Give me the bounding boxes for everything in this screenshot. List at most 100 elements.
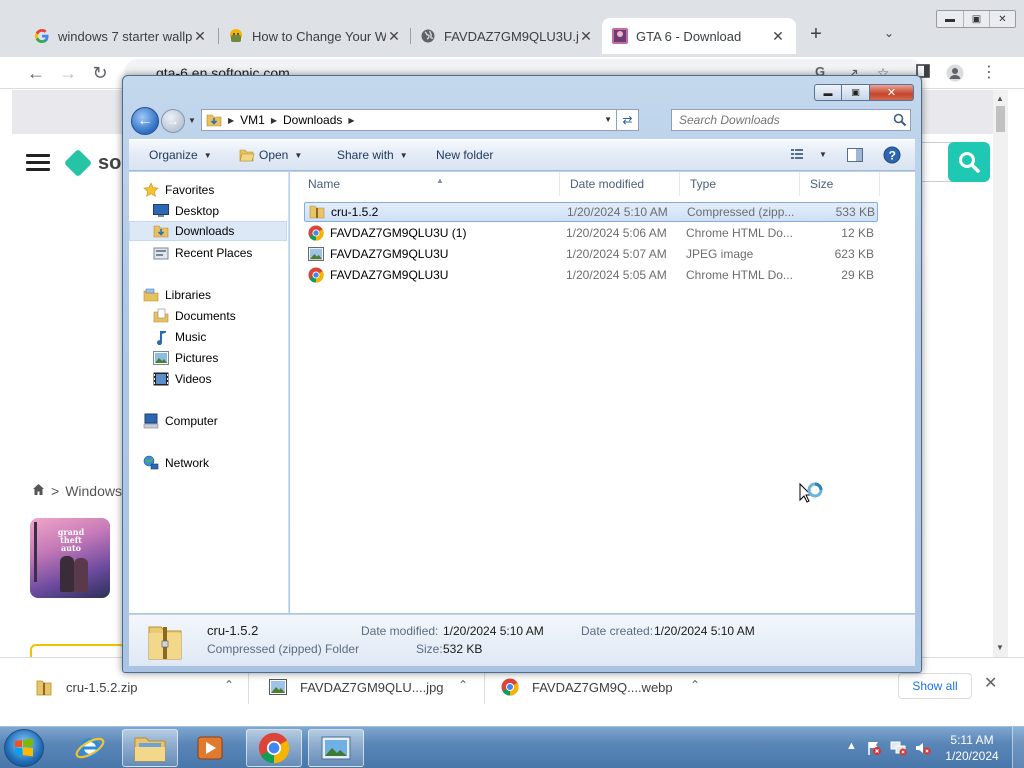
- action-center-flag-icon[interactable]: [866, 740, 882, 759]
- hamburger-menu-icon[interactable]: [26, 154, 50, 172]
- volume-muted-icon[interactable]: [914, 740, 932, 759]
- organize-label: Organize: [149, 148, 198, 162]
- search-icon: [959, 152, 980, 173]
- chrome-menu-icon[interactable]: ⋮: [980, 64, 998, 82]
- nav-documents[interactable]: Documents: [129, 306, 287, 326]
- network-status-icon[interactable]: [890, 740, 908, 759]
- open-label: Open: [259, 148, 289, 162]
- nav-recent-places[interactable]: Recent Places: [129, 243, 287, 263]
- tab-close-icon[interactable]: ✕: [192, 28, 208, 45]
- chevron-up-icon[interactable]: ⌃: [458, 678, 468, 692]
- column-header-name[interactable]: Name ▲: [298, 172, 560, 196]
- address-separator-icon[interactable]: ▶: [348, 116, 354, 125]
- explorer-forward-button[interactable]: →: [161, 109, 185, 133]
- help-button[interactable]: ?: [883, 146, 901, 164]
- reload-icon[interactable]: ↻: [88, 61, 112, 85]
- column-header-size[interactable]: Size: [800, 172, 880, 196]
- close-downloads-bar-icon[interactable]: ✕: [984, 676, 1000, 692]
- nav-libraries[interactable]: Libraries: [129, 285, 287, 305]
- close-button[interactable]: ✕: [989, 11, 1015, 27]
- tab-close-icon[interactable]: ✕: [578, 28, 594, 45]
- tab-jpg-file[interactable]: FAVDAZ7GM9QLU3U.jpg ✕: [410, 18, 604, 54]
- column-header-date-modified[interactable]: Date modified: [560, 172, 680, 196]
- star-icon: [143, 182, 159, 198]
- forward-arrow-icon[interactable]: →: [56, 61, 80, 85]
- start-button[interactable]: [4, 729, 44, 767]
- show-desktop-button[interactable]: [1012, 727, 1024, 768]
- taskbar-windows-explorer[interactable]: [122, 729, 178, 767]
- nav-desktop[interactable]: Desktop: [129, 201, 287, 221]
- taskbar-internet-explorer[interactable]: [62, 729, 118, 767]
- tab-windows-7-starter[interactable]: windows 7 starter wallpaper ✕: [24, 18, 218, 54]
- scrollbar-thumb[interactable]: [996, 106, 1005, 132]
- tab-close-icon[interactable]: ✕: [770, 28, 786, 45]
- recent-pages-dropdown-icon[interactable]: ▼: [188, 116, 196, 125]
- scroll-down-arrow-icon[interactable]: ▼: [996, 643, 1004, 652]
- file-row[interactable]: cru-1.5.2 1/20/2024 5:10 AM Compressed (…: [304, 202, 878, 222]
- explorer-address-bar[interactable]: ▶ VM1 ▶ Downloads ▶ ▼ ⇄: [201, 109, 639, 131]
- nav-label: Recent Places: [175, 246, 253, 260]
- scroll-up-arrow-icon[interactable]: ▲: [996, 94, 1004, 103]
- file-date: 1/20/2024 5:06 AM: [566, 226, 667, 240]
- address-history-dropdown-icon[interactable]: ▼: [604, 115, 612, 124]
- downloads-folder-icon: [153, 223, 169, 239]
- nav-label: Libraries: [165, 288, 212, 302]
- nav-downloads[interactable]: Downloads: [129, 221, 287, 241]
- preview-pane-icon: [847, 148, 863, 162]
- explorer-search-input[interactable]: [671, 109, 911, 131]
- zip-folder-icon: [34, 677, 54, 697]
- download-filename: cru-1.5.2.zip: [66, 679, 138, 695]
- file-name: FAVDAZ7GM9QLU3U: [330, 247, 449, 261]
- column-header-type[interactable]: Type: [680, 172, 800, 196]
- organize-button[interactable]: Organize ▼: [149, 148, 212, 162]
- new-tab-button[interactable]: +: [806, 24, 826, 44]
- tab-gta-6-download[interactable]: GTA 6 - Download ✕: [602, 18, 796, 54]
- download-button-outline[interactable]: [30, 644, 126, 657]
- explorer-command-bar: Organize ▼ Open ▼ Share with ▼ New folder ▼…: [129, 139, 915, 171]
- chevron-up-icon[interactable]: ⌃: [690, 678, 700, 692]
- preview-pane-button[interactable]: [847, 148, 863, 162]
- explorer-close-button[interactable]: ✕: [870, 84, 914, 101]
- home-icon[interactable]: [32, 483, 45, 499]
- nav-label: Pictures: [175, 351, 219, 365]
- address-crumb-downloads[interactable]: Downloads: [277, 113, 348, 127]
- file-row[interactable]: FAVDAZ7GM9QLU3U 1/20/2024 5:05 AM Chrome…: [304, 265, 878, 285]
- profile-avatar-icon[interactable]: [946, 64, 964, 82]
- tab-search-chevron-icon[interactable]: ⌄: [884, 26, 894, 40]
- nav-computer[interactable]: Computer: [129, 411, 287, 431]
- page-scrollbar[interactable]: ▲ ▼: [993, 90, 1008, 657]
- taskbar-photo-viewer[interactable]: [308, 729, 364, 767]
- nav-music[interactable]: Music: [129, 327, 287, 347]
- system-clock[interactable]: 5:11 AM 1/20/2024: [940, 732, 1004, 764]
- nav-favorites[interactable]: Favorites: [129, 180, 287, 200]
- site-search-button[interactable]: [948, 142, 990, 182]
- chevron-up-icon[interactable]: ⌃: [224, 678, 234, 692]
- new-folder-button[interactable]: New folder: [436, 148, 493, 162]
- taskbar-media-player[interactable]: [182, 729, 238, 767]
- file-row[interactable]: FAVDAZ7GM9QLU3U 1/20/2024 5:07 AM JPEG i…: [304, 244, 878, 264]
- explorer-minimize-button[interactable]: ▬: [814, 84, 842, 101]
- share-with-button[interactable]: Share with ▼: [337, 148, 408, 162]
- nav-pictures[interactable]: Pictures: [129, 348, 287, 368]
- search-icon[interactable]: [893, 113, 907, 127]
- nav-videos[interactable]: Videos: [129, 369, 287, 389]
- explorer-back-button[interactable]: ←: [131, 107, 159, 135]
- address-crumb-vm1[interactable]: VM1: [234, 113, 271, 127]
- file-row[interactable]: FAVDAZ7GM9QLU3U (1) 1/20/2024 5:06 AM Ch…: [304, 223, 878, 243]
- explorer-maximize-button[interactable]: ▣: [842, 84, 870, 101]
- tab-change-wallpaper[interactable]: How to Change Your Wallpaper ✕: [218, 18, 412, 54]
- breadcrumb-windows[interactable]: Windows: [65, 483, 122, 499]
- taskbar-google-chrome[interactable]: [246, 729, 302, 767]
- refresh-icon[interactable]: ⇄: [616, 109, 638, 131]
- maximize-button[interactable]: ▣: [963, 11, 989, 27]
- back-arrow-icon[interactable]: ←: [24, 61, 48, 85]
- show-all-downloads-button[interactable]: Show all: [898, 673, 972, 699]
- open-button[interactable]: Open ▼: [239, 148, 302, 162]
- show-hidden-icons-arrow-icon[interactable]: ▲: [846, 740, 857, 752]
- minimize-button[interactable]: ▬: [937, 11, 963, 27]
- softonic-logo[interactable]: so: [63, 146, 128, 180]
- tab-close-icon[interactable]: ✕: [386, 28, 402, 45]
- nav-network[interactable]: Network: [129, 453, 287, 473]
- change-view-button[interactable]: ▼: [791, 148, 827, 160]
- logo-text: so: [98, 151, 122, 174]
